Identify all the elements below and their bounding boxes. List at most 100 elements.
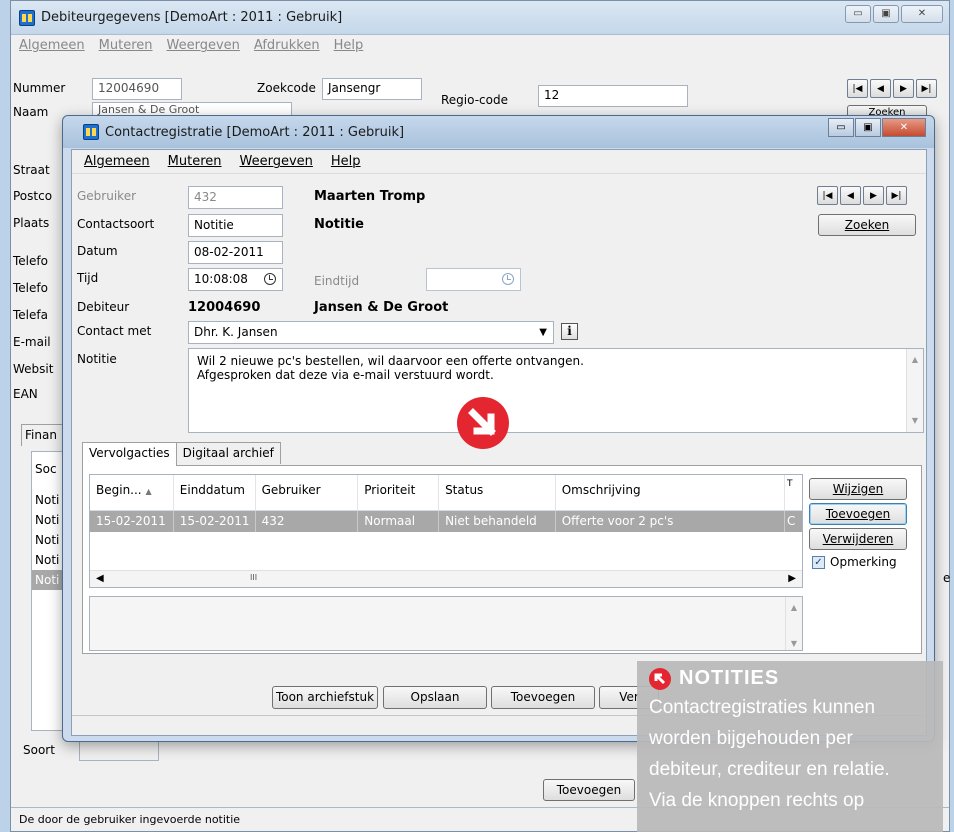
next-record-icon[interactable]: ▶ bbox=[893, 79, 914, 98]
cell-omschrijving: Offerte voor 2 pc's bbox=[556, 511, 786, 532]
menu-help[interactable]: Help bbox=[334, 38, 364, 54]
tab-digitaal-archief[interactable]: Digitaal archief bbox=[175, 442, 281, 464]
previous-record-icon[interactable]: ◀ bbox=[870, 79, 891, 98]
cell-prioriteit: Normaal bbox=[358, 511, 440, 532]
regio-code-field[interactable]: 12 bbox=[538, 85, 688, 107]
info-icon[interactable]: i bbox=[561, 323, 578, 340]
back-toevoegen-button[interactable]: Toevoegen bbox=[543, 779, 635, 801]
scroll-up-icon[interactable]: ▲ bbox=[907, 353, 923, 367]
menu-muteren[interactable]: Muteren bbox=[168, 154, 222, 169]
first-record-icon[interactable]: |◀ bbox=[817, 186, 838, 205]
scroll-left-icon[interactable]: ◀ bbox=[96, 573, 104, 584]
next-record-icon[interactable]: ▶ bbox=[863, 186, 884, 205]
grid-hscrollbar[interactable]: ◀ III ▶ bbox=[90, 570, 802, 587]
contact-met-select[interactable]: Dhr. K. Jansen ▼ bbox=[188, 321, 554, 344]
scroll-thumb-grip[interactable]: III bbox=[250, 573, 257, 582]
scroll-down-icon[interactable]: ▼ bbox=[786, 639, 802, 648]
menu-algemeen[interactable]: Algemeen bbox=[19, 38, 85, 54]
column-header-status[interactable]: Status bbox=[439, 475, 556, 510]
eindtijd-label: Eindtijd bbox=[314, 274, 360, 288]
menu-help[interactable]: Help bbox=[331, 154, 361, 169]
callout-line: Via de knoppen rechts op bbox=[649, 790, 865, 811]
callout-line: worden bijgehouden per bbox=[649, 728, 853, 749]
naam-label: Naam bbox=[13, 105, 49, 119]
eindtijd-field[interactable] bbox=[426, 268, 521, 291]
grid-header: Begin... ▲ Einddatum Gebruiker Prioritei… bbox=[90, 475, 802, 511]
front-window-title: Contactregistratie [DemoArt : 2011 : Geb… bbox=[105, 124, 405, 140]
toevoegen-button[interactable]: Toevoegen bbox=[809, 503, 907, 525]
straat-label: Straat bbox=[13, 163, 50, 177]
tijd-field[interactable]: 10:08:08 bbox=[188, 268, 283, 291]
zoeken-label: Zoeken bbox=[844, 218, 890, 232]
cell-t: C bbox=[787, 514, 796, 528]
vervolgacties-panel: Begin... ▲ Einddatum Gebruiker Prioritei… bbox=[82, 465, 922, 654]
notitie-textarea[interactable]: Wil 2 nieuwe pc's bestellen, wil daarvoo… bbox=[188, 348, 924, 433]
front-title-bar: Contactregistratie [DemoArt : 2011 : Geb… bbox=[63, 116, 934, 148]
opslaan-button[interactable]: Opslaan bbox=[383, 686, 487, 709]
minimize-icon[interactable]: ▭ bbox=[828, 118, 854, 137]
verwijderen-button[interactable]: Verwijderen bbox=[809, 528, 907, 550]
memo-scrollbar[interactable]: ▲ ▼ bbox=[785, 597, 802, 650]
close-icon[interactable]: ✕ bbox=[901, 5, 943, 23]
chevron-down-icon[interactable]: ▼ bbox=[539, 327, 547, 338]
back-caption-buttons: ▭ ▣ ✕ bbox=[845, 5, 943, 23]
table-row[interactable]: 15-02-2011 15-02-2011 432 Normaal Niet b… bbox=[90, 511, 802, 532]
front-menubar: Algemeen Muteren Weergeven Help bbox=[72, 150, 926, 174]
column-header-omschrijving[interactable]: Omschrijving bbox=[556, 475, 786, 510]
zoekcode-field[interactable]: Jansengr bbox=[322, 78, 422, 100]
cell-gebruiker: 432 bbox=[256, 511, 359, 532]
tijd-label: Tijd bbox=[77, 271, 99, 285]
previous-record-icon[interactable]: ◀ bbox=[840, 186, 861, 205]
callout-line: Contactregistraties kunnen bbox=[649, 697, 876, 718]
toon-archiefstuk-button[interactable]: Toon archiefstuk bbox=[272, 686, 378, 709]
first-record-icon[interactable]: |◀ bbox=[847, 79, 868, 98]
scroll-up-icon[interactable]: ▲ bbox=[786, 603, 802, 612]
wijzigen-label: Wijzigen bbox=[832, 482, 884, 496]
tijd-value: 10:08:08 bbox=[194, 272, 248, 286]
zoeken-button[interactable]: Zoeken bbox=[818, 214, 916, 236]
back-record-navigation: |◀ ◀ ▶ ▶| bbox=[847, 79, 937, 98]
minimize-icon[interactable]: ▭ bbox=[845, 5, 871, 23]
annotation-arrow-icon bbox=[457, 397, 509, 449]
cell-status: Niet behandeld bbox=[439, 511, 556, 532]
debiteur-label: Debiteur bbox=[77, 300, 130, 314]
last-record-icon[interactable]: ▶| bbox=[916, 79, 937, 98]
wijzigen-button[interactable]: Wijzigen bbox=[809, 478, 907, 500]
back-window-title: Debiteurgegevens [DemoArt : 2011 : Gebru… bbox=[41, 10, 343, 25]
maximize-icon[interactable]: ▣ bbox=[855, 118, 881, 137]
app-logo-icon bbox=[19, 9, 35, 26]
menu-weergeven[interactable]: Weergeven bbox=[240, 154, 313, 169]
contactsoort-field[interactable]: Notitie bbox=[188, 214, 283, 237]
scroll-down-icon[interactable]: ▼ bbox=[907, 414, 923, 428]
menu-muteren[interactable]: Muteren bbox=[99, 38, 153, 54]
side-text-fragment: e bbox=[943, 571, 951, 585]
datum-field[interactable]: 08-02-2011 bbox=[188, 241, 283, 264]
clock-icon[interactable] bbox=[264, 273, 276, 285]
bottom-toevoegen-button[interactable]: Toevoegen bbox=[491, 686, 595, 709]
menu-weergeven[interactable]: Weergeven bbox=[167, 38, 240, 54]
opmerking-memo[interactable]: ▲ ▼ bbox=[89, 596, 803, 651]
regio-code-label: Regio-code bbox=[441, 93, 508, 107]
tab-strip: Vervolgacties Digitaal archief bbox=[82, 442, 281, 466]
maximize-icon[interactable]: ▣ bbox=[873, 5, 899, 23]
front-record-navigation: |◀ ◀ ▶ ▶| bbox=[817, 186, 907, 205]
scroll-right-icon[interactable]: ▶ bbox=[788, 573, 796, 584]
ean-label: EAN bbox=[13, 387, 38, 401]
tab-vervolgacties[interactable]: Vervolgacties bbox=[82, 442, 177, 466]
nummer-field[interactable]: 12004690 bbox=[92, 78, 182, 100]
menu-afdrukken[interactable]: Afdrukken bbox=[254, 38, 320, 54]
column-header-einddatum[interactable]: Einddatum bbox=[174, 475, 256, 510]
notitie-scrollbar[interactable]: ▲ ▼ bbox=[906, 349, 923, 432]
opmerking-checkbox[interactable]: ✓ bbox=[812, 556, 825, 569]
plaats-label: Plaats bbox=[13, 216, 50, 230]
column-header-t[interactable]: T bbox=[785, 475, 802, 510]
zoekcode-label: Zoekcode bbox=[257, 81, 316, 95]
gebruiker-field[interactable]: 432 bbox=[188, 186, 283, 209]
column-header-prioriteit[interactable]: Prioriteit bbox=[358, 475, 440, 510]
last-record-icon[interactable]: ▶| bbox=[886, 186, 907, 205]
close-icon[interactable]: ✕ bbox=[882, 118, 926, 137]
soort-field[interactable] bbox=[79, 739, 159, 761]
column-header-gebruiker[interactable]: Gebruiker bbox=[256, 475, 359, 510]
column-header-begin[interactable]: Begin... ▲ bbox=[90, 475, 174, 510]
menu-algemeen[interactable]: Algemeen bbox=[84, 154, 150, 169]
